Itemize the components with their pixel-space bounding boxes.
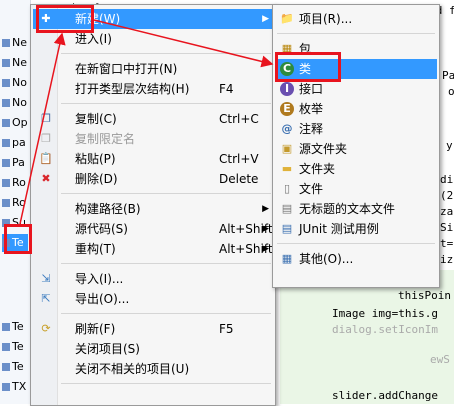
arrow-to-new <box>19 32 66 225</box>
annotation-arrows <box>19 19 274 225</box>
arrow-to-class <box>93 19 274 68</box>
